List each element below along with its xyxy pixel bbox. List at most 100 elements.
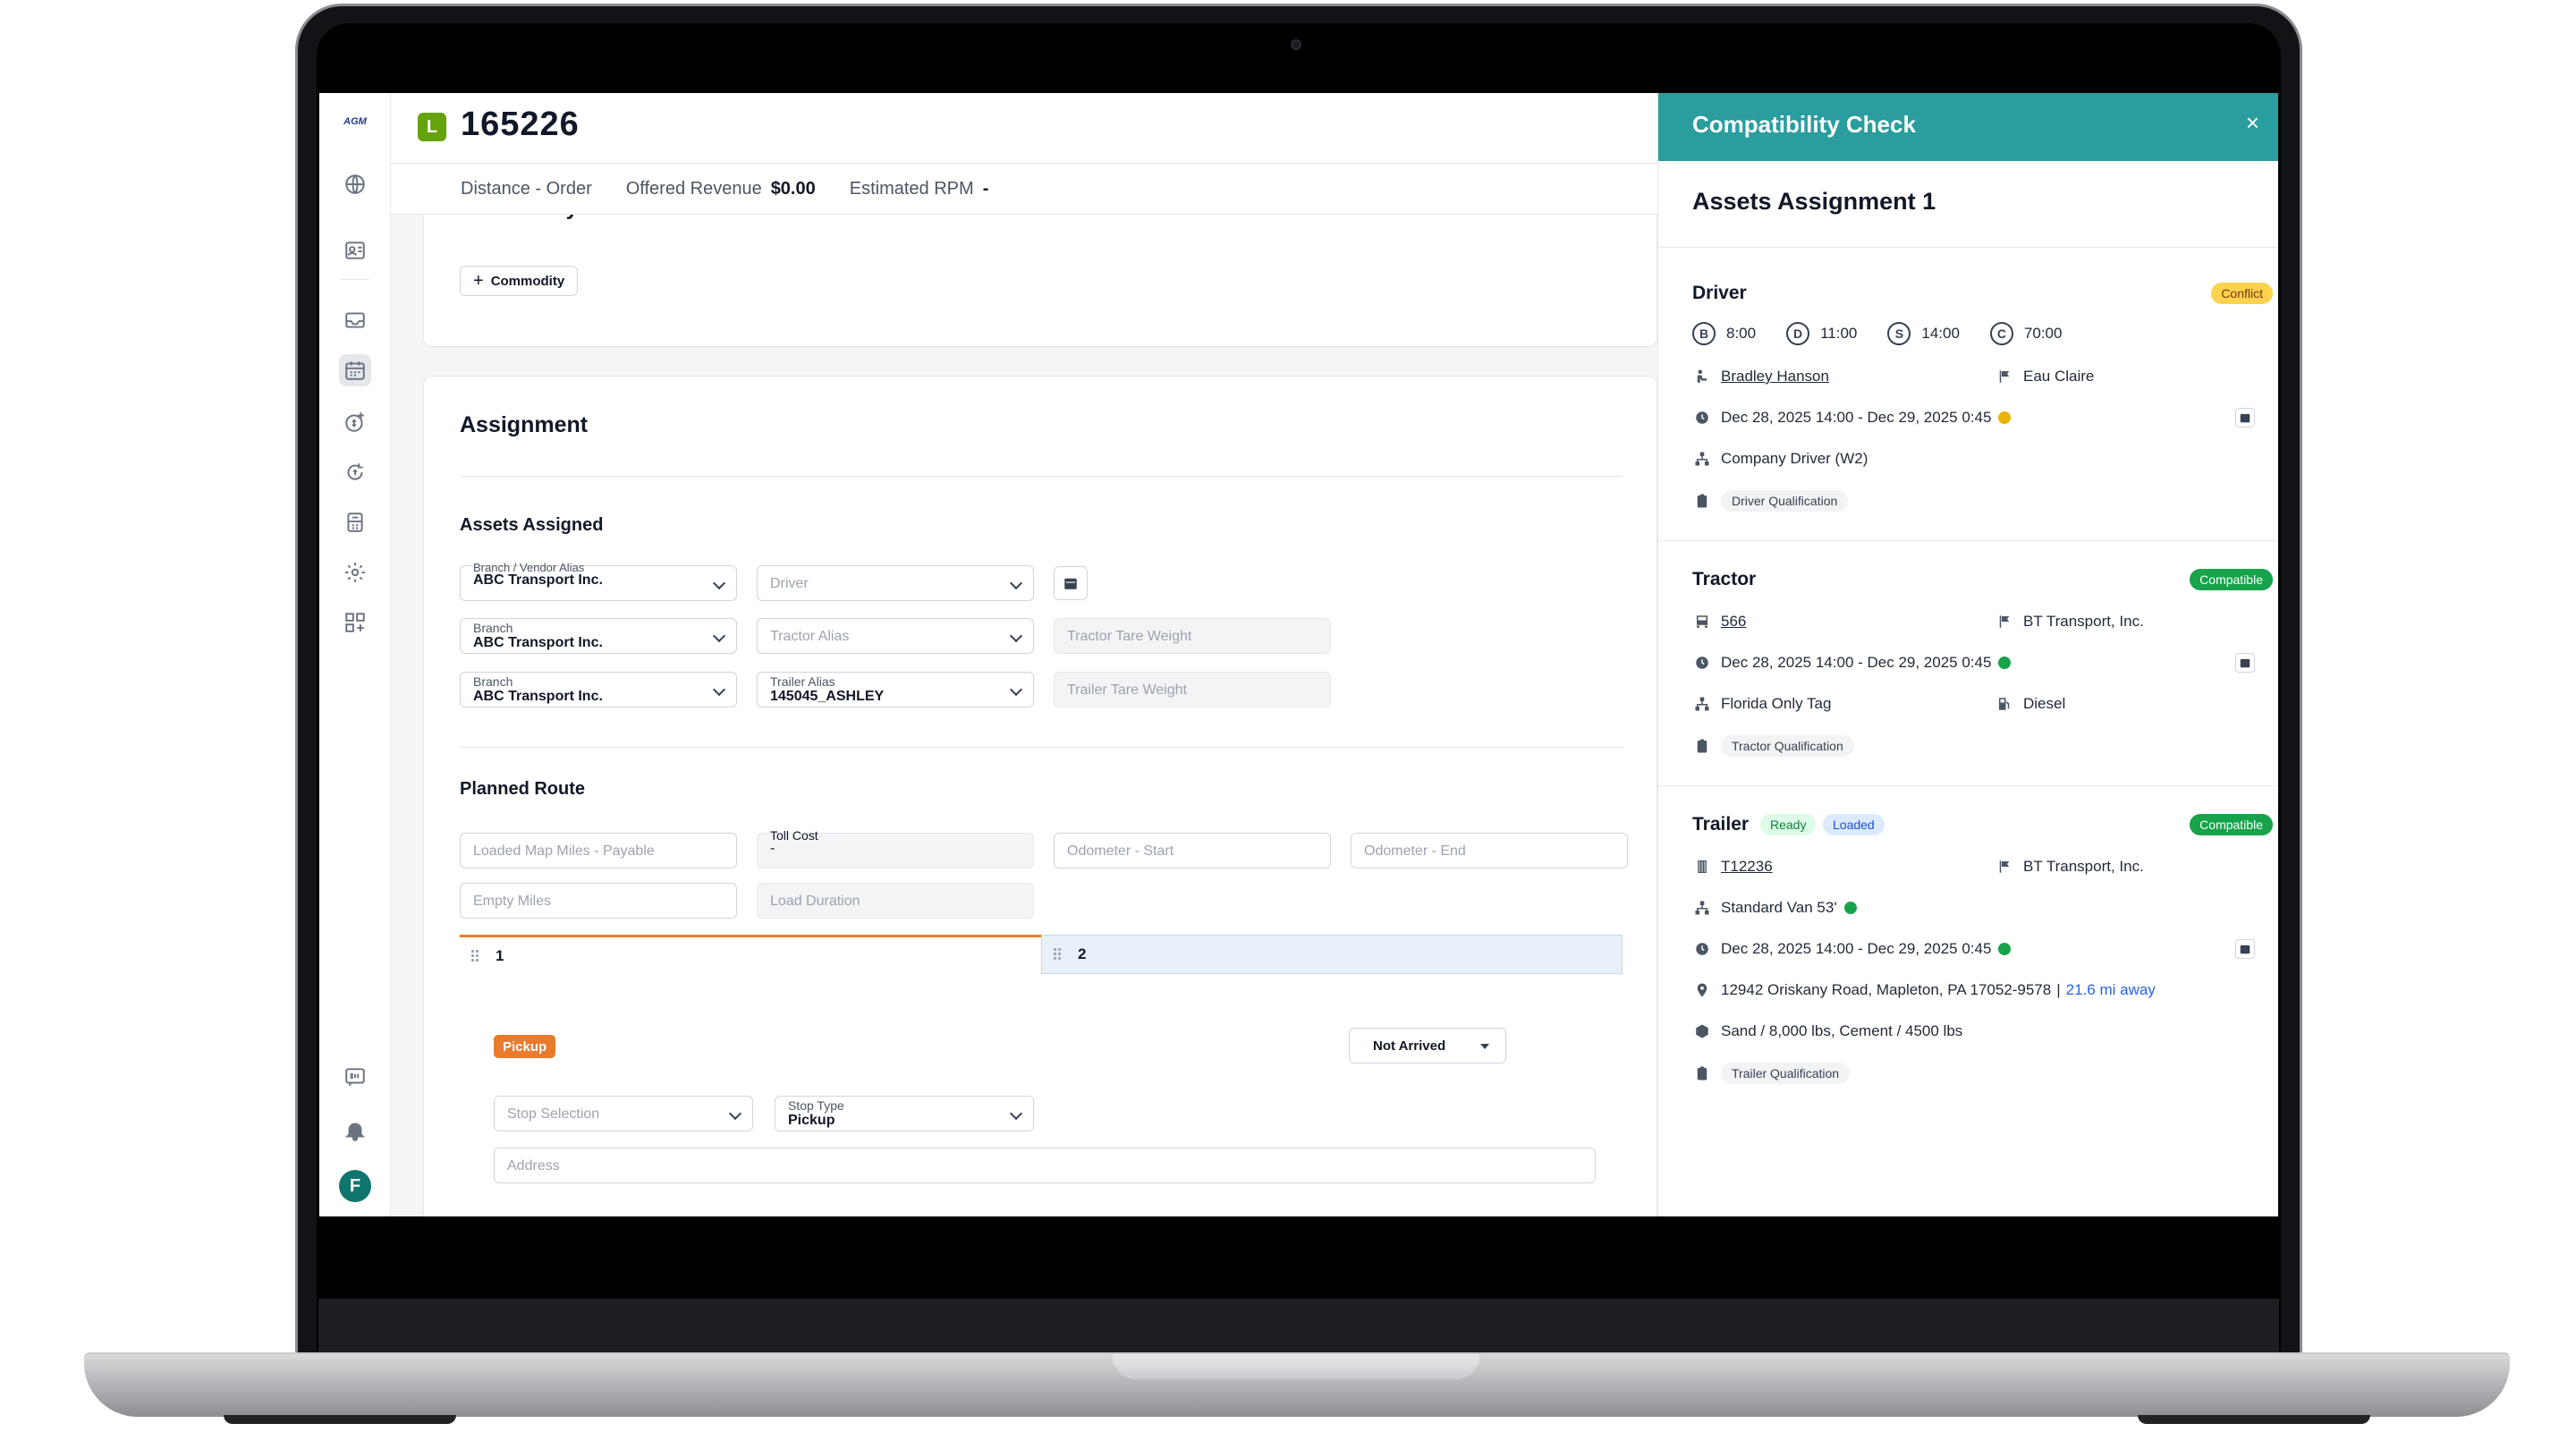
- loaded-badge: Loaded: [1823, 814, 1885, 835]
- truck-icon: [1692, 612, 1712, 631]
- clipboard-icon: [1692, 491, 1712, 511]
- chevron-down-icon: [712, 682, 726, 697]
- empty-miles-field[interactable]: Empty Miles: [460, 883, 737, 919]
- stop-type-select[interactable]: Stop Type Pickup: [775, 1096, 1034, 1131]
- calendar-icon[interactable]: [2235, 408, 2255, 428]
- loaded-map-miles-field[interactable]: Loaded Map Miles - Payable: [460, 833, 737, 869]
- trailer-carrier-row: BT Transport, Inc.: [1995, 857, 2144, 877]
- toll-cost-field[interactable]: Toll Cost -: [757, 828, 1034, 869]
- driver-qualification-tag[interactable]: Driver Qualification: [1721, 490, 1849, 512]
- trailer-unit-link[interactable]: T12236: [1721, 858, 1773, 876]
- tractor-qualification-tag[interactable]: Tractor Qualification: [1721, 735, 1854, 757]
- dollar-refresh-icon[interactable]: [339, 456, 371, 488]
- tractor-unit-row: 566: [1692, 612, 1746, 631]
- trailer-equipment-row: Standard Van 53': [1692, 898, 1857, 918]
- calendar-icon[interactable]: [2235, 939, 2255, 959]
- estimated-rpm-value: -: [982, 179, 989, 199]
- odometer-end-field[interactable]: Odometer - End: [1351, 833, 1628, 869]
- trailer-address-row: 12942 Oriskany Road, Mapleton, PA 17052-…: [1692, 980, 2156, 1000]
- branch-vendor-value: ABC Transport Inc.: [473, 572, 603, 588]
- stop-selection-placeholder: Stop Selection: [507, 1106, 600, 1122]
- stop-tab-label: 2: [1078, 945, 1087, 962]
- drag-handle-icon[interactable]: [1053, 947, 1062, 962]
- trailer-unit-row: T12236: [1692, 857, 1773, 877]
- warning-dot-icon: [1998, 411, 2012, 424]
- bell-icon[interactable]: [339, 1114, 371, 1147]
- address-placeholder: Address: [507, 1158, 560, 1174]
- hos-code: S: [1887, 322, 1911, 345]
- assignment-card: Assignment Assets Assigned Branch / Vend…: [423, 376, 1657, 1216]
- tab-stop-1[interactable]: 1: [460, 935, 1041, 974]
- calculator-icon[interactable]: [339, 506, 371, 538]
- calendar-icon[interactable]: [339, 354, 371, 386]
- tractor-qualification-row: Tractor Qualification: [1692, 735, 1854, 757]
- load-duration-field[interactable]: Load Duration: [757, 883, 1034, 919]
- drag-handle-icon[interactable]: [470, 948, 479, 963]
- tractor-alias-select[interactable]: Tractor Alias: [757, 618, 1034, 654]
- gear-icon[interactable]: [339, 556, 371, 589]
- trailer-load: Sand / 8,000 lbs, Cement / 4500 lbs: [1721, 1022, 1963, 1039]
- org-chart-icon: [1692, 694, 1712, 714]
- chevron-down-icon: [1009, 682, 1023, 697]
- add-commodity-button[interactable]: + Commodity: [460, 266, 579, 296]
- grid-plus-icon[interactable]: [339, 606, 371, 639]
- driver-name-link[interactable]: Bradley Hanson: [1721, 368, 1829, 386]
- trailer-section-title: Trailer: [1692, 814, 1750, 835]
- trailer-tare-placeholder: Trailer Tare Weight: [1067, 682, 1187, 698]
- divider: [391, 163, 1657, 164]
- tractor-unit-link[interactable]: 566: [1721, 613, 1746, 631]
- planned-route-title: Planned Route: [460, 779, 586, 799]
- check-icon: [1998, 943, 2012, 955]
- contacts-icon[interactable]: [339, 234, 371, 267]
- calendar-icon[interactable]: [2235, 653, 2255, 673]
- compatibility-panel: Compatibility Check × Assets Assignment …: [1657, 93, 2278, 1216]
- main-content: Commodity List + Commodity Assignment As…: [391, 93, 1657, 1216]
- driver-select[interactable]: Driver: [757, 565, 1034, 601]
- avatar[interactable]: F: [339, 1170, 371, 1202]
- branch-select-trailer[interactable]: Branch ABC Transport Inc.: [460, 672, 737, 708]
- trailer-tare-weight-field[interactable]: Trailer Tare Weight: [1054, 672, 1331, 708]
- tractor-tag-row: Florida Only Tag: [1692, 694, 1831, 714]
- stop-tab-label: 1: [496, 946, 504, 964]
- assignment-title: Assignment: [460, 412, 589, 437]
- trailer-qualification-tag[interactable]: Trailer Qualification: [1721, 1063, 1851, 1084]
- flag-icon: [1995, 612, 2014, 631]
- stop-selection-select[interactable]: Stop Selection: [494, 1096, 753, 1131]
- close-icon[interactable]: ×: [2246, 109, 2259, 137]
- trailer-alias-select[interactable]: Trailer Alias 145045_ASHLEY: [757, 672, 1034, 708]
- distance-away-link[interactable]: 21.6 mi away: [2066, 981, 2156, 999]
- branch-vendor-select[interactable]: Branch / Vendor Alias ABC Transport Inc.: [460, 561, 737, 601]
- driver-section-title: Driver: [1692, 283, 1747, 303]
- clipboard-icon: [1692, 736, 1712, 756]
- assets-assigned-title: Assets Assigned: [460, 515, 604, 535]
- stop-status-select[interactable]: Not Arrived: [1349, 1028, 1506, 1063]
- odometer-start-field[interactable]: Odometer - Start: [1054, 833, 1331, 869]
- stop-type-value: Pickup: [788, 1113, 835, 1128]
- divider: [1658, 540, 2278, 541]
- branch-select-tractor[interactable]: Branch ABC Transport Inc.: [460, 618, 737, 654]
- toll-cost-value: -: [770, 841, 775, 856]
- inbox-icon[interactable]: [339, 304, 371, 336]
- camera-icon: [1291, 39, 1301, 50]
- edi-icon[interactable]: [339, 1061, 371, 1093]
- offered-revenue-stat: Offered Revenue $0.00: [626, 179, 816, 199]
- driver-calendar-button[interactable]: [1054, 566, 1088, 600]
- dollar-plus-icon[interactable]: [339, 406, 371, 438]
- clock-icon: [1692, 408, 1712, 428]
- logo[interactable]: AGM: [335, 113, 375, 131]
- tab-stop-2[interactable]: 2: [1041, 935, 1623, 974]
- tractor-tare-weight-field[interactable]: Tractor Tare Weight: [1054, 618, 1331, 654]
- branch-value: ABC Transport Inc.: [473, 635, 603, 650]
- driver-name-row: Bradley Hanson: [1692, 367, 1829, 386]
- box-icon: [1692, 1021, 1712, 1041]
- driver-qualification-row: Driver Qualification: [1692, 490, 1849, 512]
- globe-icon[interactable]: [339, 168, 371, 200]
- trailer-qualification-row: Trailer Qualification: [1692, 1063, 1851, 1084]
- estimated-rpm-label: Estimated RPM: [849, 179, 974, 199]
- trailer-load-row: Sand / 8,000 lbs, Cement / 4500 lbs: [1692, 1021, 1962, 1041]
- address-field[interactable]: Address: [494, 1148, 1596, 1183]
- chevron-down-icon: [1009, 576, 1023, 590]
- clipboard-icon: [1692, 1063, 1712, 1083]
- panel-subtitle: Assets Assignment 1: [1692, 188, 1936, 215]
- hos-value: 11:00: [1820, 325, 1858, 342]
